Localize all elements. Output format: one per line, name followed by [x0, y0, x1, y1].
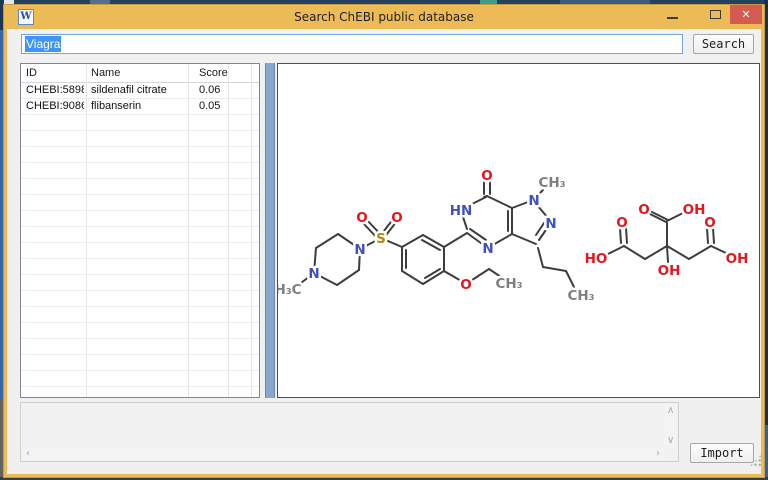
table-body: CHEBI:58987sildenafil citrate0.06CHEBI:9… — [21, 83, 259, 398]
bond — [606, 246, 624, 255]
scroll-down-icon[interactable]: ∨ — [667, 436, 674, 446]
minimize-button[interactable] — [662, 5, 684, 24]
atom-label: N — [528, 193, 539, 209]
panel-splitter[interactable] — [265, 63, 275, 398]
minimize-icon — [667, 17, 678, 19]
atom-label: O — [704, 215, 715, 231]
background-window-strip — [764, 0, 768, 480]
bond — [689, 246, 711, 259]
selected-text: Viagra — [25, 36, 61, 52]
notes-textarea[interactable]: ∧ ∨ ‹ › — [20, 402, 679, 462]
bond — [444, 233, 467, 247]
atom-label: O — [481, 168, 492, 184]
maximize-icon — [710, 10, 721, 19]
bond — [566, 271, 574, 287]
column-header-name[interactable]: Name — [91, 64, 120, 82]
atom-label: O — [460, 277, 471, 293]
horizontal-scrollbar[interactable]: ‹ › — [22, 448, 664, 460]
atom-label: HN — [450, 203, 473, 219]
search-button[interactable]: Search — [693, 34, 754, 54]
bond — [470, 229, 486, 240]
atom-label: OH — [683, 202, 706, 218]
close-button[interactable]: ✕ — [730, 5, 762, 24]
atom-label: N — [482, 241, 493, 257]
import-button[interactable]: Import — [690, 443, 754, 463]
bond — [425, 269, 440, 278]
bond — [469, 269, 489, 282]
atom-label: CH₃ — [567, 288, 594, 304]
table-row[interactable]: CHEBI:90865 flibanserin 0.05 — [21, 99, 259, 115]
titlebar: W Search ChEBI public database ✕ — [4, 5, 764, 29]
bond — [316, 234, 338, 248]
bond — [645, 246, 667, 259]
bond — [667, 246, 668, 262]
atom-label: HO — [585, 251, 608, 267]
column-divider — [188, 64, 189, 397]
bond — [538, 248, 543, 267]
table-cell: 0.05 — [199, 99, 243, 114]
dialog-title: Search ChEBI public database — [4, 5, 764, 29]
bond — [337, 270, 359, 285]
search-chebi-dialog: W Search ChEBI public database ✕ Viagra … — [4, 5, 764, 477]
bond — [402, 271, 423, 284]
bond — [491, 234, 512, 246]
table-cell: 0.06 — [199, 83, 243, 98]
bond — [423, 235, 444, 247]
atom-label: O — [616, 215, 627, 231]
bond — [402, 235, 423, 247]
table-cell: CHEBI:90865 — [26, 99, 84, 114]
table-cell: sildenafil citrate — [91, 83, 186, 98]
screen: W Search ChEBI public database ✕ Viagra … — [0, 0, 768, 480]
bond — [667, 213, 683, 221]
search-input[interactable]: Viagra — [21, 34, 683, 54]
maximize-button[interactable] — [704, 5, 726, 24]
atom-label: CH₃ — [538, 175, 565, 191]
molecule-drawing: OOSNNH₃COCH₃HNONNNCH₃CH₃HOOOHOOHOOH — [278, 64, 759, 397]
scroll-left-icon[interactable]: ‹ — [26, 449, 30, 459]
atom-label: N — [308, 266, 319, 282]
atom-label: OH — [726, 251, 749, 267]
bond — [422, 240, 440, 250]
column-divider — [86, 64, 87, 397]
table-cell: flibanserin — [91, 99, 186, 114]
structure-viewer: OOSNNH₃COCH₃HNONNNCH₃CH₃HOOOHOOHOOH — [277, 63, 760, 398]
column-header-score[interactable]: Score — [199, 64, 228, 82]
table-row[interactable]: CHEBI:58987 sildenafil citrate 0.06 — [21, 83, 259, 99]
vertical-scrollbar[interactable]: ∧ ∨ — [664, 404, 677, 448]
column-header-id[interactable]: ID — [26, 64, 37, 82]
bond — [512, 234, 536, 244]
atom-label: S — [376, 231, 386, 247]
bond — [543, 267, 566, 271]
scroll-up-icon[interactable]: ∧ — [667, 406, 674, 416]
atom-label: OH — [658, 263, 681, 279]
bond — [487, 196, 512, 208]
atom-label: N — [545, 216, 556, 232]
table-cell: CHEBI:58987 — [26, 83, 84, 98]
scroll-right-icon[interactable]: › — [656, 449, 660, 459]
table-header: ID Name Score — [21, 64, 259, 83]
column-divider — [251, 64, 252, 397]
bond — [512, 202, 528, 208]
atom-label: N — [354, 242, 365, 258]
column-divider — [228, 64, 229, 397]
bond — [624, 246, 645, 259]
atom-label: O — [638, 202, 649, 218]
atom-label: O — [356, 210, 367, 226]
results-table[interactable]: ID Name Score CHEBI:58987 sildenafil citr… — [20, 63, 260, 398]
bond — [711, 246, 726, 253]
close-icon: ✕ — [741, 8, 750, 21]
bond — [667, 246, 689, 259]
atom-label: CH₃ — [495, 276, 522, 292]
atom-label: O — [391, 210, 402, 226]
atom-label: H₃C — [278, 282, 302, 298]
